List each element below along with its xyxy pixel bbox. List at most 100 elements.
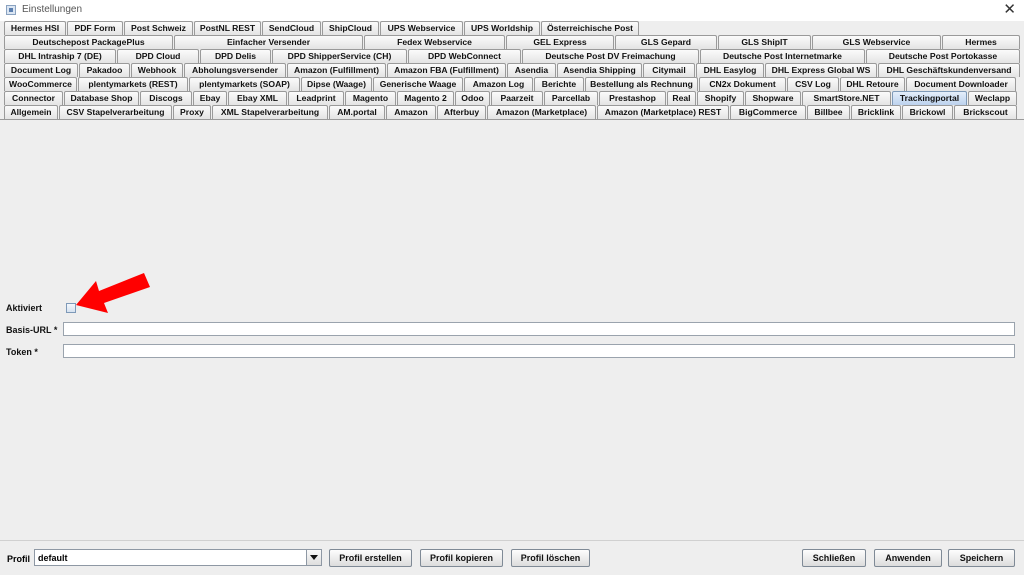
tab-afterbuy[interactable]: Afterbuy <box>437 105 486 119</box>
tab-hermes[interactable]: Hermes <box>942 35 1020 49</box>
tab-hermes-hsi[interactable]: Hermes HSI <box>4 21 66 35</box>
tab-xml-stapelverarbeitung[interactable]: XML Stapelverarbeitung <box>212 105 328 119</box>
close-icon[interactable]: ✕ <box>1003 1 1016 18</box>
tab-generische-waage[interactable]: Generische Waage <box>373 77 463 91</box>
tab-ups-webservice[interactable]: UPS Webservice <box>380 21 463 35</box>
tab-discogs[interactable]: Discogs <box>140 91 192 105</box>
tab-dpd-delis[interactable]: DPD Delis <box>200 49 271 63</box>
tab-dhl-express-global-ws[interactable]: DHL Express Global WS <box>765 63 877 77</box>
tab-plentymarkets-rest[interactable]: plentymarkets (REST) <box>78 77 188 91</box>
tab-bigcommerce[interactable]: BigCommerce <box>730 105 806 119</box>
window-title: Einstellungen <box>22 4 83 15</box>
tab-bricklink[interactable]: Bricklink <box>851 105 901 119</box>
tab-document-log[interactable]: Document Log <box>4 63 78 77</box>
tab-gls-shipit[interactable]: GLS ShipIT <box>718 35 811 49</box>
tab-billbee[interactable]: Billbee <box>807 105 850 119</box>
tab-paarzeit[interactable]: Paarzeit <box>491 91 543 105</box>
create-profile-button[interactable]: Profil erstellen <box>329 549 412 567</box>
tab-deutschepost-packageplus[interactable]: Deutschepost PackagePlus <box>4 35 173 49</box>
tab-ebay-xml[interactable]: Ebay XML <box>228 91 287 105</box>
tab-am-portal[interactable]: AM.portal <box>329 105 385 119</box>
tab-deutsche-post-dv-freimachung[interactable]: Deutsche Post DV Freimachung <box>522 49 699 63</box>
tab-dpd-cloud[interactable]: DPD Cloud <box>117 49 199 63</box>
tab-dpd-webconnect[interactable]: DPD WebConnect <box>408 49 521 63</box>
tab-ebay[interactable]: Ebay <box>193 91 227 105</box>
title-bar: Einstellungen ✕ <box>0 0 1024 20</box>
settings-tab-strip: Hermes HSI PDF Form Post Schweiz PostNL RES… <box>0 21 1024 119</box>
tab-smartstore-net[interactable]: SmartStore.NET <box>802 91 891 105</box>
tab-abholungsversender[interactable]: Abholungsversender <box>184 63 286 77</box>
tab-cn2x-dokument[interactable]: CN2x Dokument <box>699 77 786 91</box>
tab-amazon-marketplace-rest[interactable]: Amazon (Marketplace) REST <box>597 105 729 119</box>
tab-connector[interactable]: Connector <box>4 91 63 105</box>
tab-prestashop[interactable]: Prestashop <box>599 91 666 105</box>
tab-postnl-rest[interactable]: PostNL REST <box>194 21 261 35</box>
tab-pdf-form[interactable]: PDF Form <box>67 21 123 35</box>
profile-select-value: default <box>38 553 68 563</box>
tab-brickowl[interactable]: Brickowl <box>902 105 953 119</box>
tab-dhl-geschäftskundenversand[interactable]: DHL Geschäftskundenversand <box>878 63 1020 77</box>
apply-button[interactable]: Anwenden <box>874 549 942 567</box>
tab-bestellung-als-rechnung[interactable]: Bestellung als Rechnung <box>585 77 698 91</box>
tab-asendia[interactable]: Asendia <box>507 63 556 77</box>
tab-asendia-shipping[interactable]: Asendia Shipping <box>557 63 642 77</box>
tab-berichte[interactable]: Berichte <box>534 77 584 91</box>
tab-odoo[interactable]: Odoo <box>455 91 490 105</box>
tab-allgemein[interactable]: Allgemein <box>4 105 58 119</box>
close-button[interactable]: Schließen <box>802 549 866 567</box>
app-window-icon <box>6 5 16 15</box>
tab-proxy[interactable]: Proxy <box>173 105 211 119</box>
tab-gls-webservice[interactable]: GLS Webservice <box>812 35 941 49</box>
tab-csv-log[interactable]: CSV Log <box>787 77 839 91</box>
tab-weclapp[interactable]: Weclapp <box>968 91 1017 105</box>
tab-österreichische-post[interactable]: Österreichische Post <box>541 21 639 35</box>
tab-magento-2[interactable]: Magento 2 <box>397 91 454 105</box>
tab-shopware[interactable]: Shopware <box>745 91 801 105</box>
basis-url-label: Basis-URL * <box>6 325 58 335</box>
tab-csv-stapelverarbeitung[interactable]: CSV Stapelverarbeitung <box>59 105 172 119</box>
tab-trackingportal[interactable]: Trackingportal <box>892 91 967 105</box>
tab-amazon-fba-fulfillment[interactable]: Amazon FBA (Fulfillment) <box>387 63 506 77</box>
tab-gel-express[interactable]: GEL Express <box>506 35 614 49</box>
tab-fedex-webservice[interactable]: Fedex Webservice <box>364 35 505 49</box>
tab-deutsche-post-portokasse[interactable]: Deutsche Post Portokasse <box>866 49 1020 63</box>
tab-ups-worldship[interactable]: UPS Worldship <box>464 21 540 35</box>
token-input[interactable] <box>63 344 1015 358</box>
tab-shopify[interactable]: Shopify <box>697 91 744 105</box>
copy-profile-button[interactable]: Profil kopieren <box>420 549 503 567</box>
tab-document-downloader[interactable]: Document Downloader <box>906 77 1016 91</box>
tab-amazon-marketplace[interactable]: Amazon (Marketplace) <box>487 105 596 119</box>
save-button[interactable]: Speichern <box>948 549 1015 567</box>
delete-profile-button[interactable]: Profil löschen <box>511 549 590 567</box>
tab-amazon-log[interactable]: Amazon Log <box>464 77 533 91</box>
tab-dhl-intraship-7-de[interactable]: DHL Intraship 7 (DE) <box>4 49 116 63</box>
red-arrow-annotation <box>76 273 150 313</box>
tab-real[interactable]: Real <box>667 91 696 105</box>
basis-url-input[interactable] <box>63 322 1015 336</box>
tab-gls-gepard[interactable]: GLS Gepard <box>615 35 717 49</box>
tab-dhl-retoure[interactable]: DHL Retoure <box>840 77 905 91</box>
tab-dpd-shipperservice-ch[interactable]: DPD ShipperService (CH) <box>272 49 407 63</box>
tab-post-schweiz[interactable]: Post Schweiz <box>124 21 193 35</box>
tab-magento[interactable]: Magento <box>345 91 396 105</box>
tab-database-shop[interactable]: Database Shop <box>64 91 139 105</box>
tab-deutsche-post-internetmarke[interactable]: Deutsche Post Internetmarke <box>700 49 865 63</box>
tab-sendcloud[interactable]: SendCloud <box>262 21 321 35</box>
tab-plentymarkets-soap[interactable]: plentymarkets (SOAP) <box>189 77 300 91</box>
chevron-down-icon[interactable] <box>306 550 321 565</box>
tab-leadprint[interactable]: Leadprint <box>288 91 344 105</box>
profile-select[interactable]: default <box>34 549 322 566</box>
tab-brickscout[interactable]: Brickscout <box>954 105 1017 119</box>
tab-woocommerce[interactable]: WooCommerce <box>4 77 77 91</box>
tab-shipcloud[interactable]: ShipCloud <box>322 21 379 35</box>
tab-einfacher-versender[interactable]: Einfacher Versender <box>174 35 363 49</box>
tab-webhook[interactable]: Webhook <box>131 63 183 77</box>
tab-dhl-easylog[interactable]: DHL Easylog <box>696 63 764 77</box>
tab-amazon[interactable]: Amazon <box>386 105 436 119</box>
tab-citymail[interactable]: Citymail <box>643 63 695 77</box>
tab-dipse-waage[interactable]: Dipse (Waage) <box>301 77 372 91</box>
tab-parcellab[interactable]: Parcellab <box>544 91 598 105</box>
profile-label: Profil <box>7 554 31 564</box>
tab-amazon-fulfillment[interactable]: Amazon (Fulfillment) <box>287 63 386 77</box>
tab-pakadoo[interactable]: Pakadoo <box>79 63 130 77</box>
